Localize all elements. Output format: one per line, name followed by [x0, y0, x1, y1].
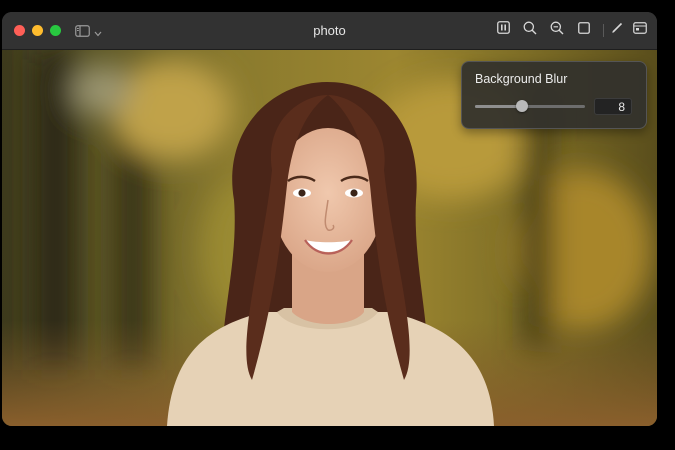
- minimize-button[interactable]: [32, 25, 43, 36]
- sidebar-toggle-button[interactable]: [75, 24, 102, 42]
- slider-thumb[interactable]: [516, 100, 529, 112]
- search-button[interactable]: [522, 21, 538, 40]
- maximize-button[interactable]: [50, 25, 61, 36]
- panel-title: Background Blur: [475, 72, 568, 86]
- markup-pen-icon: [611, 21, 624, 39]
- window-button[interactable]: [632, 22, 648, 38]
- toolbar-divider: [603, 24, 604, 37]
- sidebar-icon: [75, 24, 90, 42]
- markup-button[interactable]: [609, 22, 625, 38]
- search-icon: [523, 21, 537, 40]
- blur-value-field[interactable]: 8: [594, 98, 632, 115]
- title-bar[interactable]: photo: [2, 12, 657, 50]
- square-icon: [578, 21, 590, 39]
- crop-button[interactable]: [576, 22, 592, 38]
- background-blur-panel: Background Blur 8: [461, 61, 647, 129]
- pause-button[interactable]: [495, 21, 511, 39]
- preview-window: photo Background Blur 8: [2, 12, 657, 426]
- zoom-out-button[interactable]: [549, 21, 565, 40]
- traffic-lights: [14, 25, 61, 36]
- zoom-out-icon: [550, 21, 564, 40]
- blur-slider[interactable]: [475, 100, 585, 112]
- chevron-down-icon: [94, 24, 102, 42]
- window-icon: [633, 21, 647, 39]
- pause-icon: [496, 21, 510, 39]
- close-button[interactable]: [14, 25, 25, 36]
- slider-fill: [475, 105, 523, 108]
